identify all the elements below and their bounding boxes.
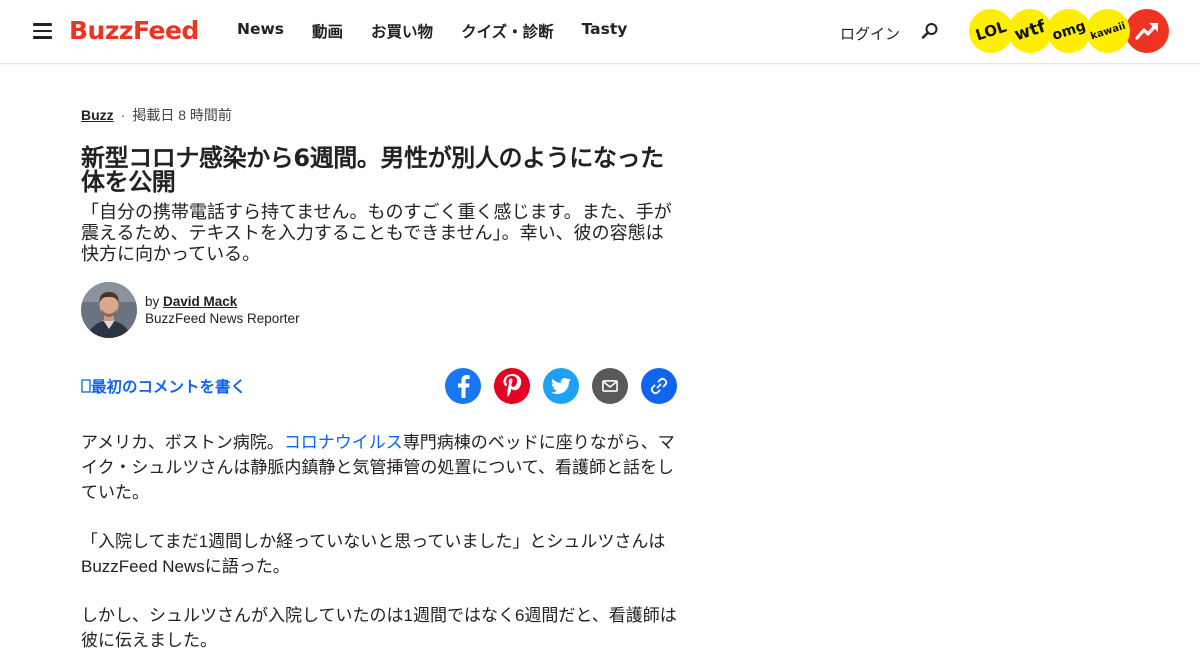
comment-icon: [81, 379, 91, 393]
menu-icon[interactable]: [33, 23, 52, 39]
comment-link[interactable]: 最初のコメントを書く: [81, 375, 246, 397]
main-nav: News 動画 お買い物 クイズ・診断 Tasty: [237, 20, 627, 42]
search-icon[interactable]: [921, 22, 939, 40]
byline: by David Mack BuzzFeed News Reporter: [81, 282, 677, 338]
nav-item-shopping[interactable]: お買い物: [371, 20, 433, 42]
byline-prefix: by: [145, 294, 160, 309]
paragraph: 「入院してまだ1週間しか経っていないと思っていました」とシュルツさんはBuzzF…: [81, 532, 666, 576]
article: Buzz · 掲載日 8 時間前 新型コロナ感染から6週間。男性が別人のようにな…: [81, 105, 677, 653]
comment-link-label: 最初のコメントを書く: [91, 379, 247, 396]
author-avatar[interactable]: [81, 282, 137, 338]
nav-item-video[interactable]: 動画: [312, 20, 343, 42]
facebook-share-button[interactable]: [445, 368, 481, 404]
posted-time: 掲載日 8 時間前: [132, 107, 232, 123]
kawaii-badge[interactable]: kawaii: [1080, 3, 1136, 59]
article-body: アメリカ、ボストン病院。コロナウイルス専門病棟のベッドに座りながら、マイク・シュ…: [81, 430, 677, 653]
link-icon: [650, 377, 668, 395]
login-link[interactable]: ログイン: [840, 23, 900, 44]
email-share-button[interactable]: [592, 368, 628, 404]
copy-link-button[interactable]: [641, 368, 677, 404]
meta-separator: ·: [120, 107, 126, 123]
pinterest-icon: [503, 374, 522, 397]
share-buttons: [445, 368, 677, 404]
coronavirus-link[interactable]: コロナウイルス: [284, 433, 403, 452]
facebook-icon: [458, 375, 470, 398]
paragraph: アメリカ、ボストン病院。コロナウイルス専門病棟のベッドに座りながら、マイク・シュ…: [81, 433, 675, 502]
reaction-badges: LOL wtf omg kawaii: [963, 3, 1169, 59]
site-header: BuzzFeed News 動画 お買い物 クイズ・診断 Tasty ログイン …: [0, 0, 1200, 64]
trending-icon[interactable]: [1125, 9, 1169, 53]
author-name[interactable]: David Mack: [163, 294, 237, 309]
twitter-share-button[interactable]: [543, 368, 579, 404]
author-role: BuzzFeed News Reporter: [145, 311, 300, 326]
email-icon: [602, 380, 618, 392]
article-meta: Buzz · 掲載日 8 時間前: [81, 105, 677, 125]
article-title: 新型コロナ感染から6週間。男性が別人のようになった体を公開: [81, 144, 664, 196]
paragraph: しかし、シュルツさんが入院していたのは1週間ではなく6週間だと、看護師は彼に伝え…: [81, 606, 677, 650]
nav-item-quiz[interactable]: クイズ・診断: [461, 20, 554, 42]
nav-item-news[interactable]: News: [237, 20, 284, 42]
twitter-icon: [551, 378, 571, 394]
category-link[interactable]: Buzz: [81, 107, 114, 123]
buzzfeed-logo[interactable]: BuzzFeed: [69, 16, 199, 45]
pinterest-share-button[interactable]: [494, 368, 530, 404]
author-info: by David Mack BuzzFeed News Reporter: [145, 293, 300, 327]
nav-item-tasty[interactable]: Tasty: [582, 20, 628, 42]
share-bar: 最初のコメントを書く: [81, 368, 677, 404]
article-dek: 「自分の携帯電話すら持てません。ものすごく重く感じます。また、手が震えるため、テ…: [81, 202, 672, 264]
